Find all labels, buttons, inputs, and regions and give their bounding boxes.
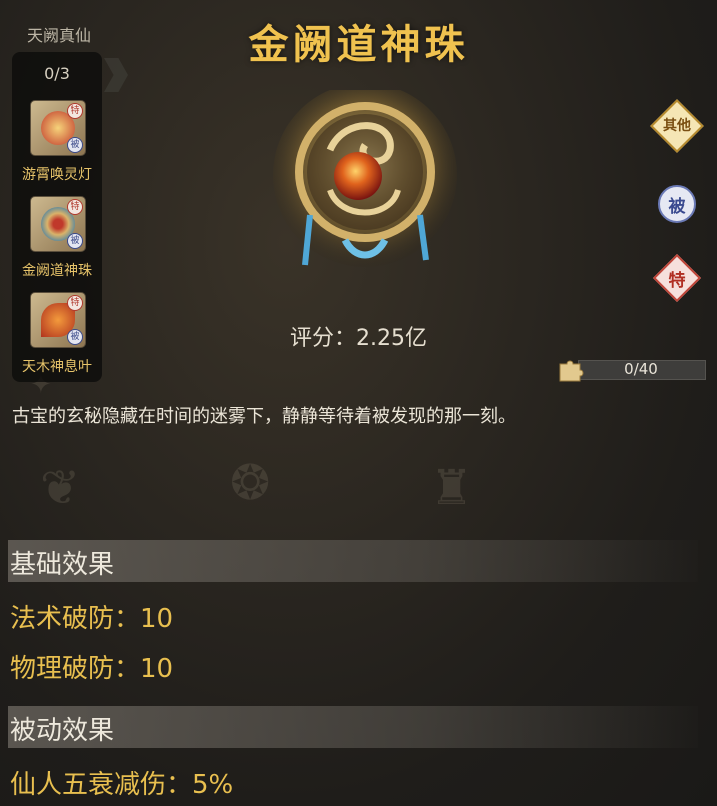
passive-filter-button[interactable]: 被 xyxy=(657,184,697,224)
effect-line: 仙人五衰减伤：5% xyxy=(10,770,234,800)
basic-effect-title: 基础效果 xyxy=(10,550,115,580)
special-filter-button[interactable]: 特 xyxy=(652,253,702,303)
passive-tag: 被 xyxy=(67,233,83,249)
set-item-label: 金阙道神珠 xyxy=(22,263,92,279)
item-name: 金阙道神珠 xyxy=(248,22,469,68)
orb-artwork xyxy=(273,90,457,267)
background-decoration: ♜ xyxy=(430,460,474,516)
set-item-label: 天木神息叶 xyxy=(22,359,92,375)
special-tag: 特 xyxy=(67,103,83,119)
special-tag: 特 xyxy=(67,199,83,215)
set-item-label: 游霄唤灵灯 xyxy=(22,167,92,183)
passive-tag: 被 xyxy=(67,137,83,153)
background-decoration: ❂ xyxy=(230,455,271,511)
orb-icon: 特 被 xyxy=(30,196,86,252)
passive-effect-title: 被动效果 xyxy=(10,716,115,746)
other-category-label: 其他 xyxy=(663,117,691,134)
special-tag: 特 xyxy=(67,295,83,311)
background-decoration: ❦ xyxy=(40,460,81,516)
other-category-button[interactable]: 其他 xyxy=(650,99,704,153)
lamp-icon: 特 被 xyxy=(30,100,86,156)
effect-line: 物理破防：10 xyxy=(10,654,174,684)
fragment-count: 0/40 xyxy=(624,360,658,378)
passive-filter-label: 被 xyxy=(658,185,696,223)
effect-line: 法术破防：10 xyxy=(10,604,174,634)
fragment-progress: 0/40 xyxy=(558,358,706,382)
special-filter-label: 特 xyxy=(668,270,686,291)
item-description: 古宝的玄秘隐藏在时间的迷雾下，静静等待着被发现的那一刻。 xyxy=(12,406,516,427)
set-item-orb[interactable]: 特 被 金阙道神珠 xyxy=(22,196,92,279)
set-item-lamp[interactable]: 特 被 游霄唤灵灯 xyxy=(22,100,92,183)
score: 评分：2.25亿 xyxy=(290,326,427,351)
